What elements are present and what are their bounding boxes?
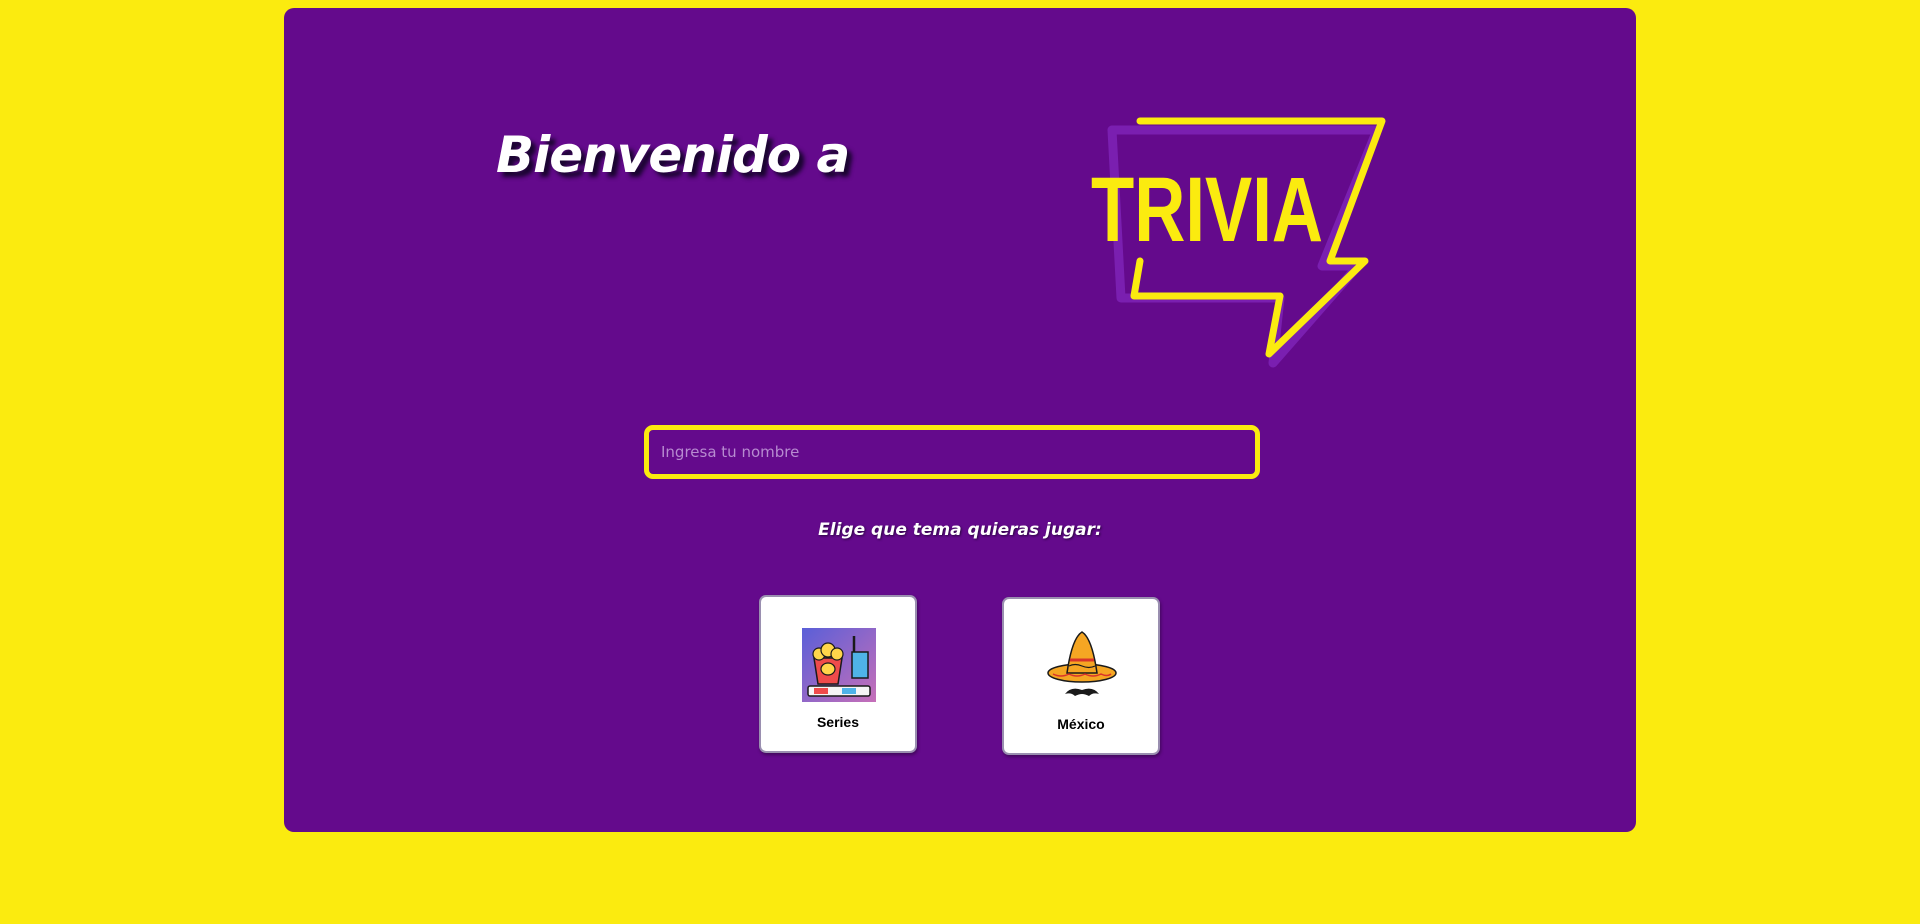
topic-label-series: Series [816,714,860,730]
name-input[interactable] [644,425,1260,479]
popcorn-cinema-icon [802,628,876,702]
trivia-logo: TRIVIA [1091,117,1386,368]
topic-card-mexico[interactable]: México [1002,597,1160,755]
welcome-heading: Bienvenido a [496,126,850,184]
topic-label-mexico: México [1057,716,1105,732]
topic-card-series[interactable]: Series [759,595,917,753]
main-panel: Bienvenido a TRIVIA Elige que tema quier… [284,8,1636,832]
topic-prompt: Elige que tema quieras jugar: [818,520,1102,540]
logo-text: TRIVIA [1091,159,1323,261]
sombrero-mustache-icon [1047,631,1117,696]
